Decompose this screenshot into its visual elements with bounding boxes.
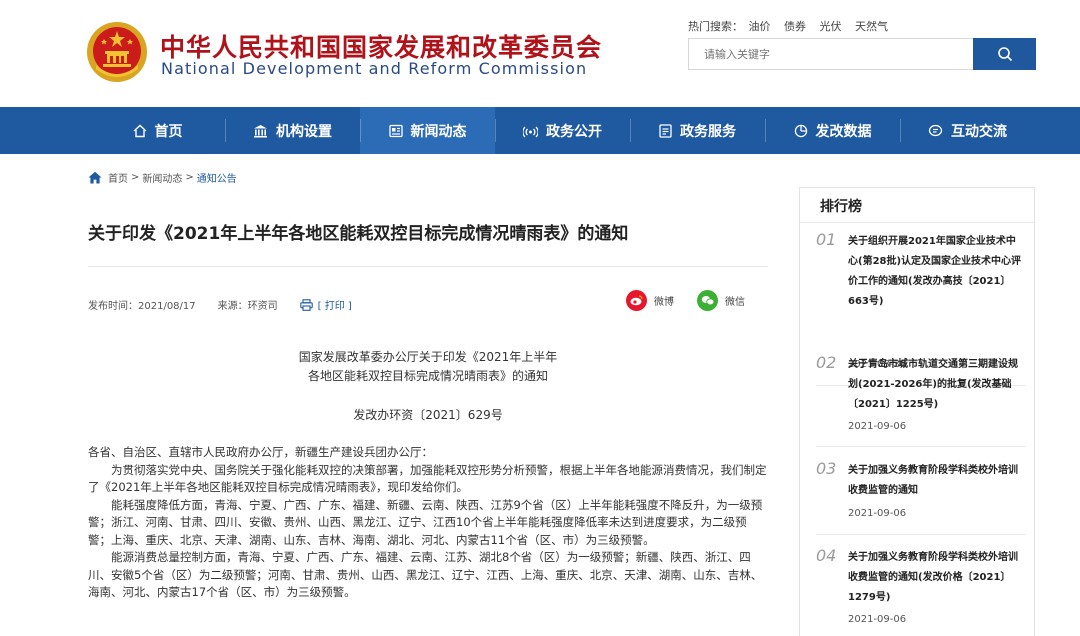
home-icon bbox=[133, 124, 146, 137]
ranking-number: 03 bbox=[816, 459, 837, 478]
article-body: 各省、自治区、直辖市人民政府办公厅，新疆生产建设兵团办公厅： 为贯彻落实党中央、… bbox=[88, 444, 768, 602]
ranking-number: 04 bbox=[816, 546, 837, 565]
share-weibo-label: 微博 bbox=[654, 297, 674, 308]
news-icon bbox=[388, 124, 403, 137]
document-icon bbox=[659, 123, 672, 138]
document-heading: 国家发展改革委办公厅关于印发《2021年上半年 各地区能耗双控目标完成情况晴雨表… bbox=[88, 348, 768, 386]
search-button[interactable] bbox=[973, 38, 1036, 70]
hot-search-term[interactable]: 油价 bbox=[749, 20, 771, 33]
nav-item-government-affairs[interactable]: 政务公开 bbox=[495, 107, 630, 154]
hot-search-term[interactable]: 天然气 bbox=[855, 20, 888, 33]
article-meta: 发布时间：2021/08/17 来源：环资司 [ 打印 ] bbox=[88, 297, 352, 312]
nav-item-services[interactable]: 政务服务 bbox=[630, 107, 765, 154]
ranking-item-link[interactable]: 关于加强义务教育阶段学科类校外培训收费监管的通知(发改价格〔2021〕1279号… bbox=[848, 548, 1024, 608]
breadcrumb-separator: > bbox=[185, 172, 194, 183]
hot-search-term[interactable]: 债券 bbox=[784, 20, 806, 33]
nav-item-label: 新闻动态 bbox=[410, 123, 467, 140]
document-heading-line: 各地区能耗双控目标完成情况晴雨表》的通知 bbox=[307, 369, 548, 383]
ranking-number: 02 bbox=[816, 353, 837, 372]
ranking-item-link[interactable]: 关于加强义务教育阶段学科类校外培训收费监管的通知 bbox=[848, 461, 1024, 501]
search-box bbox=[688, 38, 1036, 70]
ranking-number: 01 bbox=[816, 230, 837, 249]
article-source: 来源：环资司 bbox=[217, 301, 278, 312]
ranking-item-date: 2021-09-06 bbox=[848, 508, 907, 519]
weibo-icon bbox=[626, 290, 647, 311]
broadcast-icon bbox=[523, 126, 538, 137]
nav-item-news[interactable]: 新闻动态 bbox=[360, 107, 495, 154]
ranking-divider bbox=[816, 534, 1026, 535]
national-emblem-logo[interactable] bbox=[86, 21, 148, 83]
share-wechat-label: 微信 bbox=[725, 297, 745, 308]
nav-item-organization[interactable]: 机构设置 bbox=[225, 107, 360, 154]
chat-icon bbox=[928, 124, 943, 136]
site-header: 中华人民共和国国家发展和改革委员会 National Development a… bbox=[0, 0, 1080, 107]
nav-item-label: 政务公开 bbox=[546, 123, 602, 140]
nav-item-data[interactable]: 发改数据 bbox=[765, 107, 900, 154]
ranking-divider bbox=[816, 446, 1026, 447]
ranking-sidebar: 排行榜 01 关于组织开展2021年国家企业技术中心(第28批)认定及国家企业技… bbox=[799, 187, 1035, 636]
wechat-icon bbox=[697, 290, 718, 311]
share-wechat-button[interactable]: 微信 bbox=[697, 290, 745, 311]
nav-item-label: 首页 bbox=[154, 123, 183, 140]
ranking-item-link[interactable]: 关于青岛市城市轨道交通第三期建设规划(2021-2026年)的批复(发改基础〔2… bbox=[848, 355, 1024, 415]
nav-item-label: 发改数据 bbox=[815, 123, 872, 140]
ranking-title-divider bbox=[800, 222, 1034, 223]
body-paragraph: 为贯彻落实党中央、国务院关于强化能耗双控的决策部署，加强能耗双控形势分析预警，根… bbox=[88, 462, 767, 495]
breadcrumb-link[interactable]: 新闻动态 bbox=[142, 170, 182, 185]
main-nav: 首页 机构设置 新闻动态 政务公开 政务服务 发改数据 互动交流 bbox=[0, 107, 1080, 154]
ranking-item-date: 2021-09-06 bbox=[848, 421, 907, 432]
breadcrumb: 首页 > 新闻动态 > 通知公告 bbox=[88, 170, 240, 185]
home-icon[interactable] bbox=[88, 171, 102, 184]
title-divider bbox=[88, 266, 768, 267]
breadcrumb-separator: > bbox=[131, 172, 140, 183]
article-title: 关于印发《2021年上半年各地区能耗双控目标完成情况晴雨表》的通知 bbox=[88, 224, 629, 244]
nav-item-interaction[interactable]: 互动交流 bbox=[900, 107, 1035, 154]
body-paragraph: 能源消费总量控制方面，青海、宁夏、广西、广东、福建、云南、江苏、湖北8个省（区）… bbox=[88, 550, 763, 599]
print-label: [ 打印 ] bbox=[317, 301, 352, 312]
print-button[interactable]: [ 打印 ] bbox=[299, 297, 352, 312]
ranking-item-date: 2021-09-06 bbox=[848, 614, 907, 625]
body-paragraph: 各省、自治区、直辖市人民政府办公厅，新疆生产建设兵团办公厅： bbox=[88, 445, 433, 459]
printer-icon bbox=[299, 298, 313, 311]
hot-search-label: 热门搜索： bbox=[688, 20, 743, 33]
hot-search: 热门搜索： 油价 债券 光伏 天然气 bbox=[688, 18, 898, 34]
search-icon bbox=[997, 47, 1012, 62]
pie-chart-icon bbox=[794, 124, 807, 137]
document-heading-line: 国家发展改革委办公厅关于印发《2021年上半年 bbox=[298, 350, 558, 364]
nav-item-label: 政务服务 bbox=[680, 123, 736, 140]
breadcrumb-link[interactable]: 首页 bbox=[108, 170, 128, 185]
nav-item-label: 互动交流 bbox=[951, 123, 1007, 140]
document-number: 发改办环资〔2021〕629号 bbox=[353, 408, 503, 422]
ranking-title: 排行榜 bbox=[820, 199, 862, 215]
share-weibo-button[interactable]: 微博 bbox=[626, 290, 674, 311]
nav-item-home[interactable]: 首页 bbox=[90, 107, 225, 154]
building-icon bbox=[254, 124, 267, 137]
site-title-english: National Development and Reform Commissi… bbox=[161, 59, 588, 78]
breadcrumb-current[interactable]: 通知公告 bbox=[197, 170, 237, 185]
ranking-item-link[interactable]: 关于组织开展2021年国家企业技术中心(第28批)认定及国家企业技术中心评价工作… bbox=[848, 232, 1024, 312]
body-paragraph: 能耗强度降低方面，青海、宁夏、广西、广东、福建、新疆、云南、陕西、江苏9个省（区… bbox=[88, 497, 763, 547]
hot-search-term[interactable]: 光伏 bbox=[820, 20, 842, 33]
search-input[interactable] bbox=[689, 39, 973, 69]
publish-time: 发布时间：2021/08/17 bbox=[88, 301, 196, 312]
nav-item-label: 机构设置 bbox=[276, 123, 332, 140]
